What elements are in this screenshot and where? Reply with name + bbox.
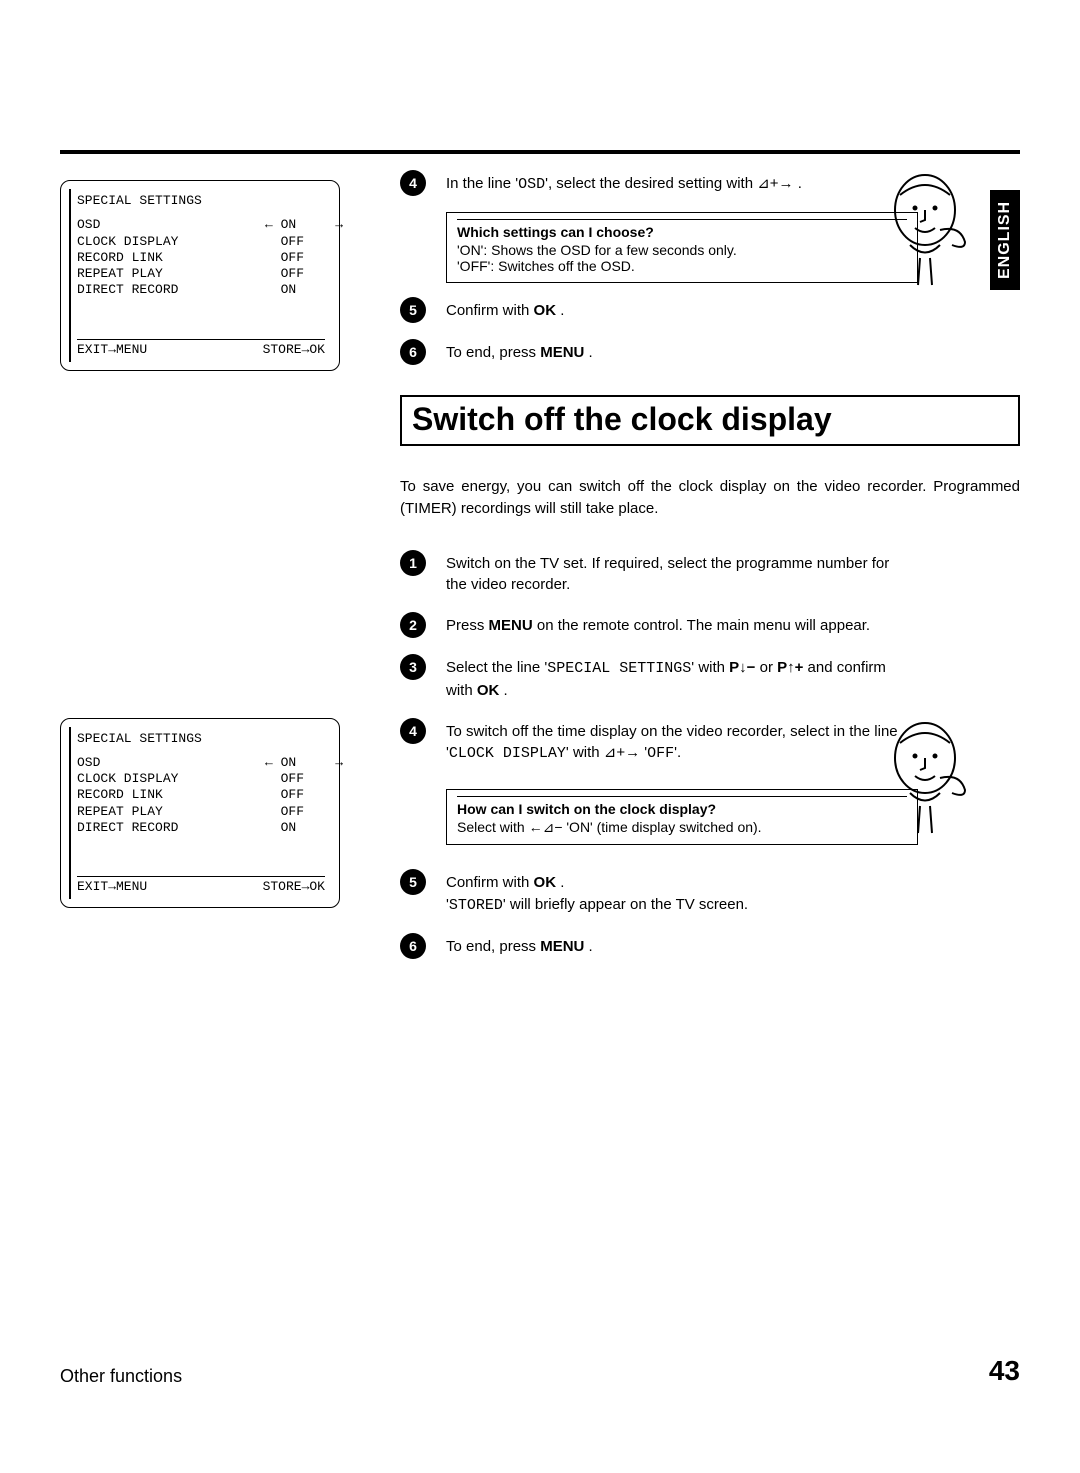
osd-row-label: DIRECT RECORD (77, 282, 178, 298)
step-2: 2 Press MENU on the remote control. The … (400, 612, 1020, 638)
osd-code-label: SPECIAL SETTINGS (547, 660, 691, 677)
step-number-badge: 4 (400, 170, 426, 196)
step-text-fragment: or (755, 659, 777, 676)
osd-row-value: ← ON → (265, 755, 325, 771)
step-3: 3 Select the line 'SPECIAL SETTINGS' wit… (400, 654, 1020, 702)
osd-code-label: STORED (449, 897, 503, 914)
step-5: 5 Confirm with OK . (400, 297, 1020, 323)
osd-screen-1: SPECIAL SETTINGS OSD ← ON → CLOCK DISPLAY… (60, 180, 340, 371)
step-text-fragment: ', select the desired setting with ⊿+→ . (545, 175, 802, 192)
key-label: OK (477, 682, 500, 699)
osd-row-label: OSD (77, 755, 100, 771)
osd-title: SPECIAL SETTINGS (77, 193, 325, 209)
key-label: P↓− (729, 659, 755, 676)
osd-row-value: OFF (265, 804, 325, 820)
tip-box-osd-settings: Which settings can I choose? 'ON': Shows… (446, 212, 918, 283)
step-6: 6 To end, press MENU . (400, 933, 1020, 959)
step-number-badge: 1 (400, 550, 426, 576)
osd-settings-table: OSD← ON → CLOCK DISPLAY OFF RECORD LINK … (77, 755, 325, 836)
tip-line: 'OFF': Switches off the OSD. (457, 258, 907, 274)
footer-section-name: Other functions (60, 1366, 182, 1387)
tip-line: Select with ←⊿− 'ON' (time display switc… (457, 819, 907, 836)
osd-row-value: ON (265, 282, 325, 298)
osd-code-label: OSD (518, 176, 545, 193)
osd-row-label: RECORD LINK (77, 787, 163, 803)
step-number-badge: 5 (400, 297, 426, 323)
step-text-fragment: Press (446, 617, 489, 634)
osd-title: SPECIAL SETTINGS (77, 731, 325, 747)
osd-row-label: CLOCK DISPLAY (77, 771, 178, 787)
osd-footer-left: EXIT→MENU (77, 879, 147, 895)
step-text-fragment: . (499, 682, 507, 699)
osd-footer-right: STORE→OK (263, 342, 325, 358)
step-text-fragment: Confirm with (446, 302, 534, 319)
osd-row-label: DIRECT RECORD (77, 820, 178, 836)
key-label: MENU (489, 617, 533, 634)
key-label: OK (534, 874, 557, 891)
osd-row-value: OFF (265, 266, 325, 282)
key-label: OK (534, 302, 557, 319)
step-text-fragment: Select the line ' (446, 659, 547, 676)
page-number: 43 (989, 1355, 1020, 1387)
osd-row-value: OFF (265, 250, 325, 266)
osd-row-value: OFF (265, 771, 325, 787)
step-text-fragment: In the line ' (446, 175, 518, 192)
step-text-fragment: ' with (691, 659, 729, 676)
step-number-badge: 4 (400, 718, 426, 744)
key-label: P↑+ (777, 659, 803, 676)
tip-title: Which settings can I choose? (457, 224, 907, 240)
step-number-badge: 2 (400, 612, 426, 638)
step-number-badge: 5 (400, 869, 426, 895)
step-5: 5 Confirm with OK . 'STORED' will briefl… (400, 869, 1020, 917)
step-text-fragment: '. (674, 744, 681, 761)
osd-footer-left: EXIT→MENU (77, 342, 147, 358)
step-number-badge: 6 (400, 339, 426, 365)
step-1: 1 Switch on the TV set. If required, sel… (400, 550, 1020, 597)
key-label: MENU (540, 344, 584, 361)
osd-row-label: OSD (77, 217, 100, 233)
top-rule (60, 150, 1020, 154)
step-text-fragment: To end, press (446, 344, 540, 361)
osd-screen-2: SPECIAL SETTINGS OSD ← ON → CLOCK DISPLAY… (60, 718, 340, 909)
osd-row-value: ON (265, 820, 325, 836)
section-intro: To save energy, you can switch off the c… (400, 476, 1020, 520)
osd-row-label: RECORD LINK (77, 250, 163, 266)
osd-row-value: OFF (265, 787, 325, 803)
step-text-fragment: ' with ⊿+→ ' (566, 744, 647, 761)
helper-face-icon (880, 718, 970, 838)
step-6: 6 To end, press MENU . (400, 339, 1020, 365)
step-text: Switch on the TV set. If required, selec… (446, 550, 906, 597)
step-number-badge: 6 (400, 933, 426, 959)
step-text-fragment: . (556, 302, 564, 319)
osd-code-label: OFF (647, 745, 674, 762)
osd-footer-right: STORE→OK (263, 879, 325, 895)
helper-face-icon (880, 170, 970, 290)
tip-box-clock: How can I switch on the clock display? S… (446, 789, 918, 845)
step-number-badge: 3 (400, 654, 426, 680)
osd-code-label: CLOCK DISPLAY (449, 745, 566, 762)
key-label: MENU (540, 938, 584, 955)
osd-settings-table: OSD← ON → CLOCK DISPLAY OFF RECORD LINK … (77, 217, 325, 298)
step-text-fragment: To end, press (446, 938, 540, 955)
step-text-fragment: . (584, 938, 592, 955)
osd-row-label: REPEAT PLAY (77, 804, 163, 820)
step-text-fragment: ' will briefly appear on the TV screen. (503, 896, 748, 913)
tip-line: 'ON': Shows the OSD for a few seconds on… (457, 242, 907, 258)
step-text-fragment: . (584, 344, 592, 361)
tip-title: How can I switch on the clock display? (457, 801, 907, 817)
step-text-fragment: . (556, 874, 564, 891)
step-text-fragment: on the remote control. The main menu wil… (533, 617, 870, 634)
osd-row-value: ← ON → (265, 217, 325, 233)
osd-row-value: OFF (265, 234, 325, 250)
osd-row-label: CLOCK DISPLAY (77, 234, 178, 250)
step-text-fragment: Confirm with (446, 874, 534, 891)
section-heading: Switch off the clock display (412, 401, 1008, 438)
section-heading-box: Switch off the clock display (400, 395, 1020, 446)
osd-row-label: REPEAT PLAY (77, 266, 163, 282)
page-footer: Other functions 43 (60, 1355, 1020, 1387)
